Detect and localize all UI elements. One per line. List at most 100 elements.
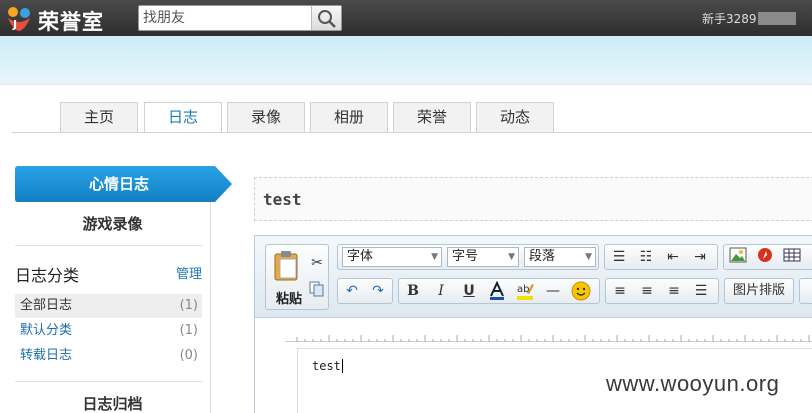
format-select-group: 字体 ▼ 字号 ▼ 段落 ▼ — [337, 244, 599, 270]
paste-label: 粘贴 — [275, 292, 302, 307]
manage-link[interactable]: 管理 — [176, 263, 202, 282]
svg-text:J: J — [12, 18, 17, 31]
editor-text: test — [312, 359, 343, 373]
category-item[interactable]: 全部日志 (1) — [15, 294, 202, 318]
align-center-icon: ≡ — [641, 283, 653, 299]
search-button[interactable] — [311, 6, 341, 30]
numbered-list-button[interactable]: ☰ — [608, 247, 630, 267]
bold-icon: B — [407, 283, 419, 299]
insert-image-button[interactable] — [727, 247, 749, 267]
search-icon — [318, 10, 336, 28]
align-right-button[interactable]: ≡ — [663, 281, 685, 301]
editor-toolbar: 粘贴 ✂ 字体 ▼ 字号 ▼ 段落 ▼ ☰ ☷ ⇤ ⇥ ↶ ↷ B I U ab… — [255, 236, 812, 318]
underline-button[interactable]: U — [458, 281, 480, 301]
size-select-value: 字号 — [452, 249, 479, 264]
svg-text:ab: ab — [517, 284, 529, 295]
redacted-mask — [757, 12, 796, 25]
align-group: ≡ ≡ ≡ ☰ — [605, 278, 719, 304]
bullet-list-icon: ☷ — [639, 249, 653, 265]
history-group: ↶ ↷ — [337, 278, 393, 304]
ruler-ticks — [296, 335, 810, 342]
clipboard-icon — [274, 251, 298, 281]
smiley-icon — [571, 281, 591, 301]
divider — [15, 245, 203, 246]
chevron-down-icon: ▼ — [585, 252, 592, 262]
search-input[interactable] — [139, 6, 311, 30]
ruler — [285, 328, 812, 342]
tab-blog[interactable]: 日志 — [144, 102, 222, 133]
insert-group — [723, 244, 812, 270]
scissors-icon: ✂ — [311, 255, 323, 271]
sidebar-item-game-video[interactable]: 游戏录像 — [15, 213, 210, 234]
chevron-down-icon: ▼ — [508, 252, 515, 262]
tab-honor[interactable]: 荣誉 — [393, 102, 471, 132]
indent-button[interactable]: ⇥ — [689, 247, 711, 267]
category-item[interactable]: 转载日志 (0) — [15, 344, 202, 368]
font-select-value: 字体 — [347, 249, 374, 264]
watermark: www.wooyun.org — [606, 371, 780, 396]
sidebar-divider — [210, 202, 211, 413]
sidebar-item-label: 心情日志 — [88, 175, 149, 193]
insert-table-button[interactable] — [781, 247, 803, 267]
paragraph-select[interactable]: 段落 ▼ — [524, 247, 596, 267]
post-title-field[interactable]: test — [254, 177, 812, 221]
undo-button[interactable]: ↶ — [341, 281, 363, 301]
table-icon — [783, 248, 801, 262]
list-group: ☰ ☷ ⇤ ⇥ — [604, 244, 718, 270]
archive-title: 日志归档 — [82, 395, 143, 413]
image-layout-button[interactable]: 图片排版 — [729, 281, 789, 301]
post-title-value: test — [263, 190, 302, 209]
banner — [0, 36, 812, 84]
user-name[interactable]: 新手3289 — [702, 12, 757, 26]
category-name: 默认分类 — [20, 323, 73, 338]
category-name: 全部日志 — [20, 298, 73, 313]
italic-icon: I — [438, 283, 444, 299]
justify-button[interactable]: ☰ — [690, 281, 712, 301]
category-count: (1) — [179, 298, 198, 313]
italic-button[interactable]: I — [430, 281, 452, 301]
copy-button[interactable] — [306, 281, 328, 301]
search-box — [138, 5, 342, 31]
user-info[interactable]: 新手3289 — [702, 10, 796, 27]
divider — [15, 381, 203, 382]
tab-activity[interactable]: 动态 — [476, 102, 554, 132]
font-color-icon — [490, 280, 504, 300]
align-left-button[interactable]: ≡ — [609, 281, 631, 301]
align-center-button[interactable]: ≡ — [636, 281, 658, 301]
top-bar: J 荣誉室 新手3289 — [0, 0, 812, 36]
paragraph-select-value: 段落 — [529, 249, 556, 264]
image-icon — [729, 247, 747, 263]
category-count: (1) — [179, 323, 198, 338]
justify-icon: ☰ — [694, 283, 708, 299]
horizontal-rule-icon: — — [546, 283, 560, 299]
undo-icon: ↶ — [346, 283, 358, 299]
size-select[interactable]: 字号 ▼ — [447, 247, 519, 267]
category-item[interactable]: 默认分类 (1) — [15, 319, 202, 343]
bold-button[interactable]: B — [402, 281, 424, 301]
emoji-button[interactable] — [570, 281, 592, 301]
redo-button[interactable]: ↷ — [367, 281, 389, 301]
logo-icon[interactable]: J — [4, 4, 34, 32]
tab-video[interactable]: 录像 — [227, 102, 305, 132]
cut-button[interactable]: ✂ — [306, 253, 328, 273]
highlight-icon: ab — [517, 284, 534, 300]
text-style-group: B I U ab — — [398, 278, 600, 304]
outdent-button[interactable]: ⇤ — [662, 247, 684, 267]
tab-home[interactable]: 主页 — [60, 102, 138, 132]
horizontal-rule-button[interactable]: — — [542, 281, 564, 301]
sidebar-item-mood-blog[interactable]: 心情日志 — [15, 166, 233, 202]
tab-album[interactable]: 相册 — [310, 102, 388, 132]
font-select[interactable]: 字体 ▼ — [342, 247, 442, 267]
category-title: 日志分类 — [15, 266, 80, 285]
site-name[interactable]: 荣誉室 — [38, 6, 104, 36]
chevron-down-icon: ▼ — [431, 252, 438, 262]
underline-icon: U — [463, 283, 475, 299]
highlight-button[interactable]: ab — [514, 281, 536, 301]
paste-button[interactable]: 粘贴 — [269, 248, 303, 307]
insert-flash-button[interactable] — [754, 247, 776, 267]
tab-divider — [12, 132, 812, 133]
numbered-list-icon: ☰ — [612, 249, 626, 265]
font-color-button[interactable] — [486, 280, 508, 301]
bullet-list-button[interactable]: ☷ — [635, 247, 657, 267]
align-left-icon: ≡ — [614, 283, 626, 299]
